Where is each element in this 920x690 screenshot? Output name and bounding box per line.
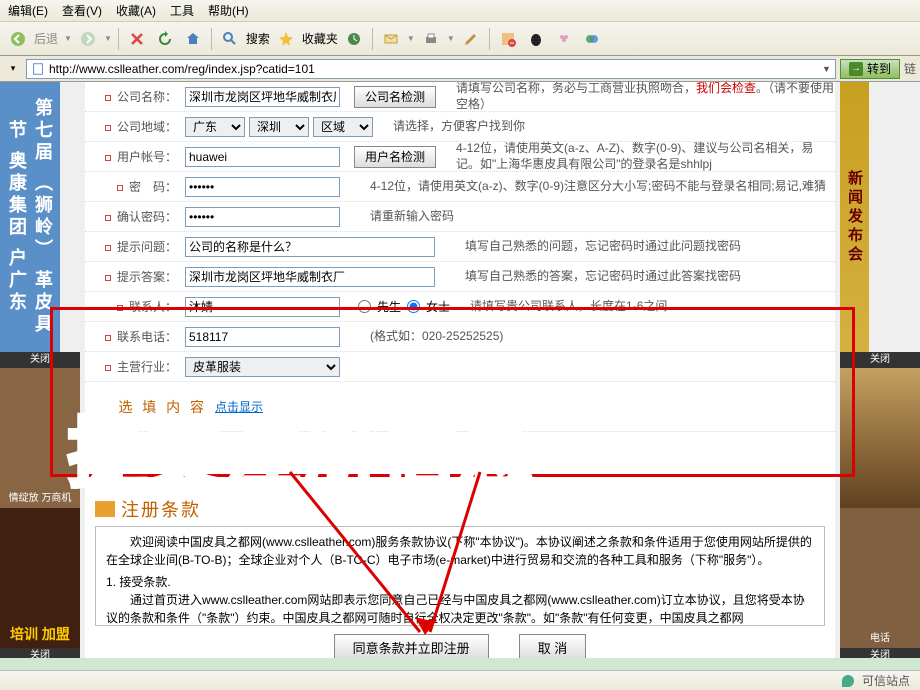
ad-close-right-1[interactable]: 关闭: [840, 352, 920, 368]
label-phone: 联系电话：: [117, 330, 177, 344]
ad-left-banner[interactable]: 第七届 （狮岭） 革皮具节 奥康集团 户广东: [0, 82, 60, 352]
page-icon: [31, 62, 45, 76]
terms-section: 注册条款 欢迎阅读中国皮具之都网(www.cslleather.com)服务条款…: [95, 492, 825, 660]
label-region: 公司地域：: [117, 120, 177, 134]
ad-right-img-2[interactable]: 电话: [840, 508, 920, 648]
refresh-button[interactable]: [153, 27, 177, 51]
menu-bar: 编辑(E) 查看(V) 收藏(A) 工具 帮助(H): [0, 0, 920, 22]
toggle-optional-link[interactable]: 点击显示: [215, 398, 263, 415]
links-label[interactable]: 链: [904, 60, 916, 77]
addr-dropdown-icon[interactable]: ▾: [4, 60, 22, 78]
registration-form: 公司名称： 公司名检测 请填写公司名称，务必与工商营业执照吻合，我们会检查。（请…: [85, 82, 835, 662]
menu-view[interactable]: 查看(V): [62, 2, 102, 19]
cancel-button[interactable]: 取 消: [519, 634, 587, 660]
password-input[interactable]: [185, 177, 340, 197]
mail-button[interactable]: [379, 27, 403, 51]
trusted-icon: [842, 675, 854, 687]
toolbar: 后退 ▼ ▼ 搜索 收藏夹 ▼ ▼: [0, 22, 920, 56]
hint-password: 4-12位，请使用英文(a-z)、数字(0-9)注意区分大小写;密码不能与登录名…: [350, 179, 835, 195]
hint-contact: 请填写贵公司联系人，长度在1-6之间: [450, 299, 835, 315]
label-question: 提示问题：: [117, 240, 177, 254]
agree-register-button[interactable]: 同意条款并立即注册: [334, 634, 489, 660]
status-bar: 可信站点: [0, 670, 920, 690]
go-label: 转到: [867, 60, 891, 77]
contact-input[interactable]: [185, 297, 340, 317]
trusted-label: 可信站点: [862, 672, 910, 689]
back-label: 后退: [34, 30, 58, 47]
label-company: 公司名称：: [117, 90, 177, 104]
label-male: 先生: [377, 298, 401, 315]
menu-tools[interactable]: 工具: [170, 2, 194, 19]
msn-button[interactable]: [580, 27, 604, 51]
terms-icon: [95, 501, 115, 517]
industry-select[interactable]: 皮革服装: [185, 357, 340, 377]
address-bar: ▾ ▼ → 转到 链: [0, 56, 920, 82]
confirm-password-input[interactable]: [185, 207, 340, 227]
qq-button[interactable]: [524, 27, 548, 51]
terms-textbox[interactable]: 欢迎阅读中国皮具之都网(www.cslleather.com)服务条款协议(下称…: [95, 526, 825, 626]
search-label[interactable]: 搜索: [246, 30, 270, 47]
province-select[interactable]: 广东: [185, 117, 245, 137]
ad-left-img-2[interactable]: 培训 加盟: [0, 508, 80, 648]
ad-left-img-1[interactable]: 情绽放 万商机: [0, 368, 80, 508]
home-button[interactable]: [181, 27, 205, 51]
block-button[interactable]: [496, 27, 520, 51]
check-user-button[interactable]: 用户名检测: [354, 146, 436, 168]
back-button[interactable]: [6, 27, 30, 51]
label-account: 用户帐号：: [117, 150, 177, 164]
ad-right-column: 新闻发布会 关闭 电话 关闭: [840, 82, 920, 662]
stop-button[interactable]: [125, 27, 149, 51]
ad-close-left-1[interactable]: 关闭: [0, 352, 80, 368]
optional-header: 选 填 内 容: [85, 397, 215, 417]
address-box[interactable]: ▼: [26, 59, 836, 79]
account-input[interactable]: [185, 147, 340, 167]
go-button[interactable]: → 转到: [840, 59, 900, 79]
search-icon[interactable]: [218, 27, 242, 51]
hint-question: 填写自己熟悉的问题，忘记密码时通过此问题找密码: [445, 239, 835, 255]
hint-confirm: 请重新输入密码: [350, 209, 835, 225]
fav-label[interactable]: 收藏夹: [302, 30, 338, 47]
print-button[interactable]: [419, 27, 443, 51]
terms-title: 注册条款: [121, 496, 201, 522]
label-contact: 联系人：: [129, 300, 177, 314]
menu-help[interactable]: 帮助(H): [208, 2, 249, 19]
menu-edit[interactable]: 编辑(E): [8, 2, 48, 19]
hint-region: 请选择，方便客户找到你: [373, 119, 835, 135]
label-password: 密 码：: [129, 180, 177, 194]
gender-female-radio[interactable]: [407, 300, 420, 313]
answer-input[interactable]: [185, 267, 435, 287]
edit-button[interactable]: [459, 27, 483, 51]
ad-right-img-1[interactable]: [840, 368, 920, 508]
hint-phone: (格式如：020-25252525): [350, 329, 835, 345]
flower-button[interactable]: [552, 27, 576, 51]
go-arrow-icon: →: [849, 62, 863, 76]
addr-drop-icon[interactable]: ▼: [822, 64, 831, 74]
hint-account: 4-12位，请使用英文(a-z、A-Z)、数字(0-9)、建议与公司名相关，易记…: [436, 141, 835, 172]
ad-right-banner[interactable]: 新闻发布会: [840, 82, 869, 352]
phone-input[interactable]: [185, 327, 340, 347]
history-button[interactable]: [342, 27, 366, 51]
page-content: 第七届 （狮岭） 革皮具节 奥康集团 户广东 关闭 情绽放 万商机 培训 加盟 …: [0, 82, 920, 674]
label-confirm: 确认密码：: [117, 210, 177, 224]
menu-fav[interactable]: 收藏(A): [116, 2, 156, 19]
label-female: 女士: [426, 298, 450, 315]
gender-male-radio[interactable]: [358, 300, 371, 313]
label-answer: 提示答案：: [117, 270, 177, 284]
hint-answer: 填写自己熟悉的答案，忘记密码时通过此答案找密码: [445, 269, 835, 285]
question-input[interactable]: [185, 237, 435, 257]
check-company-button[interactable]: 公司名检测: [354, 86, 436, 108]
fwd-button[interactable]: [76, 27, 100, 51]
district-select[interactable]: 区域: [313, 117, 373, 137]
fav-icon[interactable]: [274, 27, 298, 51]
url-input[interactable]: [49, 62, 818, 76]
ad-left-column: 第七届 （狮岭） 革皮具节 奥康集团 户广东 关闭 情绽放 万商机 培训 加盟 …: [0, 82, 80, 662]
city-select[interactable]: 深圳: [249, 117, 309, 137]
company-name-input[interactable]: [185, 87, 340, 107]
label-industry: 主营行业：: [117, 360, 177, 374]
